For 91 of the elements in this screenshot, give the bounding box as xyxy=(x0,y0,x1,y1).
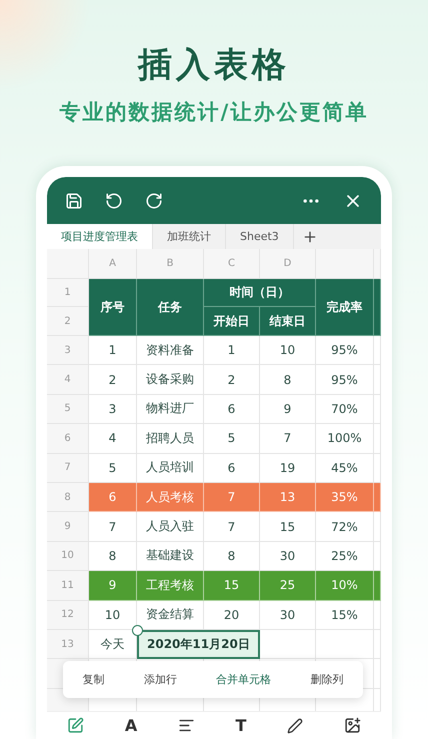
table-cell: 物料进厂 xyxy=(137,394,204,424)
format-button[interactable]: A xyxy=(120,714,142,736)
column-header[interactable]: D xyxy=(260,249,316,279)
table-cell: 10% xyxy=(316,571,374,601)
table-cell: 工程考核 xyxy=(137,571,204,601)
headline: 插入表格 xyxy=(138,44,290,86)
sheet-tab[interactable]: 项目进度管理表 xyxy=(47,224,153,249)
save-icon[interactable] xyxy=(65,192,83,210)
table-cell: 100% xyxy=(316,424,374,454)
table-cell: 10 xyxy=(89,600,137,630)
table-cell: 25 xyxy=(260,571,316,601)
table-cell: 6 xyxy=(89,482,137,512)
table-cell: 人员考核 xyxy=(137,482,204,512)
header-cell xyxy=(374,279,381,336)
table-cell: 13 xyxy=(260,482,316,512)
table-cell: 4 xyxy=(89,424,137,454)
header-cell: 结束日 xyxy=(260,307,316,336)
table-cell: 30 xyxy=(260,542,316,572)
table-cell: 19 xyxy=(260,454,316,483)
row-number[interactable]: 6 xyxy=(47,424,89,454)
column-header[interactable]: B xyxy=(137,249,204,279)
corner-cell[interactable] xyxy=(47,249,89,279)
row-number[interactable]: 10 xyxy=(47,542,89,572)
redo-icon[interactable] xyxy=(145,192,163,210)
table-cell: 15 xyxy=(204,571,260,601)
table-cell: 资料准备 xyxy=(137,336,204,366)
row-number[interactable]: 7 xyxy=(47,454,89,483)
menu-item[interactable]: 删除列 xyxy=(304,668,350,691)
table-cell: 5 xyxy=(204,424,260,454)
header-cell: 序号 xyxy=(89,279,137,336)
table-cell: 3 xyxy=(89,394,137,424)
table-cell: 9 xyxy=(260,394,316,424)
table-cell: 1 xyxy=(89,336,137,366)
table-cell: 6 xyxy=(204,394,260,424)
table-cell: 10 xyxy=(260,336,316,366)
header-cell: 开始日 xyxy=(204,307,260,336)
table-cell: 20 xyxy=(204,600,260,630)
table-cell xyxy=(260,630,316,660)
table-cell: 1 xyxy=(204,336,260,366)
tagline: 专业的数据统计/让办公更简单 xyxy=(60,99,368,126)
header-cell: 完成率 xyxy=(316,279,374,336)
row-number[interactable]: 1 xyxy=(47,279,89,307)
table-cell: 30 xyxy=(260,600,316,630)
menu-item[interactable]: 合并单元格 xyxy=(210,668,278,691)
row-number[interactable]: 11 xyxy=(47,571,89,601)
row-number[interactable]: 4 xyxy=(47,365,89,395)
row-number[interactable]: 8 xyxy=(47,482,89,512)
table-cell: 8 xyxy=(260,365,316,395)
table-cell: 9 xyxy=(89,571,137,601)
header-cell: 时间（日） xyxy=(204,279,316,307)
table-cell: 2 xyxy=(204,365,260,395)
row-number[interactable]: 13 xyxy=(47,630,89,660)
row-number[interactable]: 9 xyxy=(47,512,89,542)
menu-item[interactable]: 添加行 xyxy=(138,668,183,691)
table-cell: 招聘人员 xyxy=(137,424,204,454)
table-cell: 45% xyxy=(316,454,374,483)
table-cell: 70% xyxy=(316,394,374,424)
table-cell: 8 xyxy=(89,542,137,572)
table-cell: 2 xyxy=(89,365,137,395)
table-cell: 35% xyxy=(316,482,374,512)
table-cell: 15 xyxy=(260,512,316,542)
column-header[interactable]: A xyxy=(89,249,137,279)
add-icon[interactable] xyxy=(302,228,318,244)
row-number[interactable]: 5 xyxy=(47,394,89,424)
table-cell: 基础建设 xyxy=(137,542,204,572)
table-cell: 95% xyxy=(316,336,374,366)
row-number[interactable]: 2 xyxy=(47,307,89,336)
table-cell: 8 xyxy=(204,542,260,572)
table-cell xyxy=(316,630,374,660)
undo-icon[interactable] xyxy=(105,192,123,210)
row-number[interactable]: 12 xyxy=(47,600,89,630)
column-header[interactable]: C xyxy=(204,249,260,279)
table-cell: 人员入驻 xyxy=(137,512,204,542)
table-cell: 95% xyxy=(316,365,374,395)
table-cell: 7 xyxy=(204,482,260,512)
format-button[interactable]: T xyxy=(232,714,250,736)
table-cell: 7 xyxy=(260,424,316,454)
menu-item[interactable]: 复制 xyxy=(76,668,111,691)
table-cell: 人员培训 xyxy=(137,454,204,483)
header-cell: 任务 xyxy=(137,279,204,336)
table-cell: 7 xyxy=(89,512,137,542)
table-cell: 25% xyxy=(316,542,374,572)
table-cell: 7 xyxy=(204,512,260,542)
table-cell: 5 xyxy=(89,454,137,483)
row-number[interactable]: 3 xyxy=(47,336,89,366)
table-cell: 72% xyxy=(316,512,374,542)
table-cell: 6 xyxy=(204,454,260,483)
table-cell: 设备采购 xyxy=(137,365,204,395)
table-cell: 15% xyxy=(316,600,374,630)
table-cell: 资金结算 xyxy=(137,600,204,630)
selected-cell[interactable]: 2020年11月20日 xyxy=(137,630,260,660)
